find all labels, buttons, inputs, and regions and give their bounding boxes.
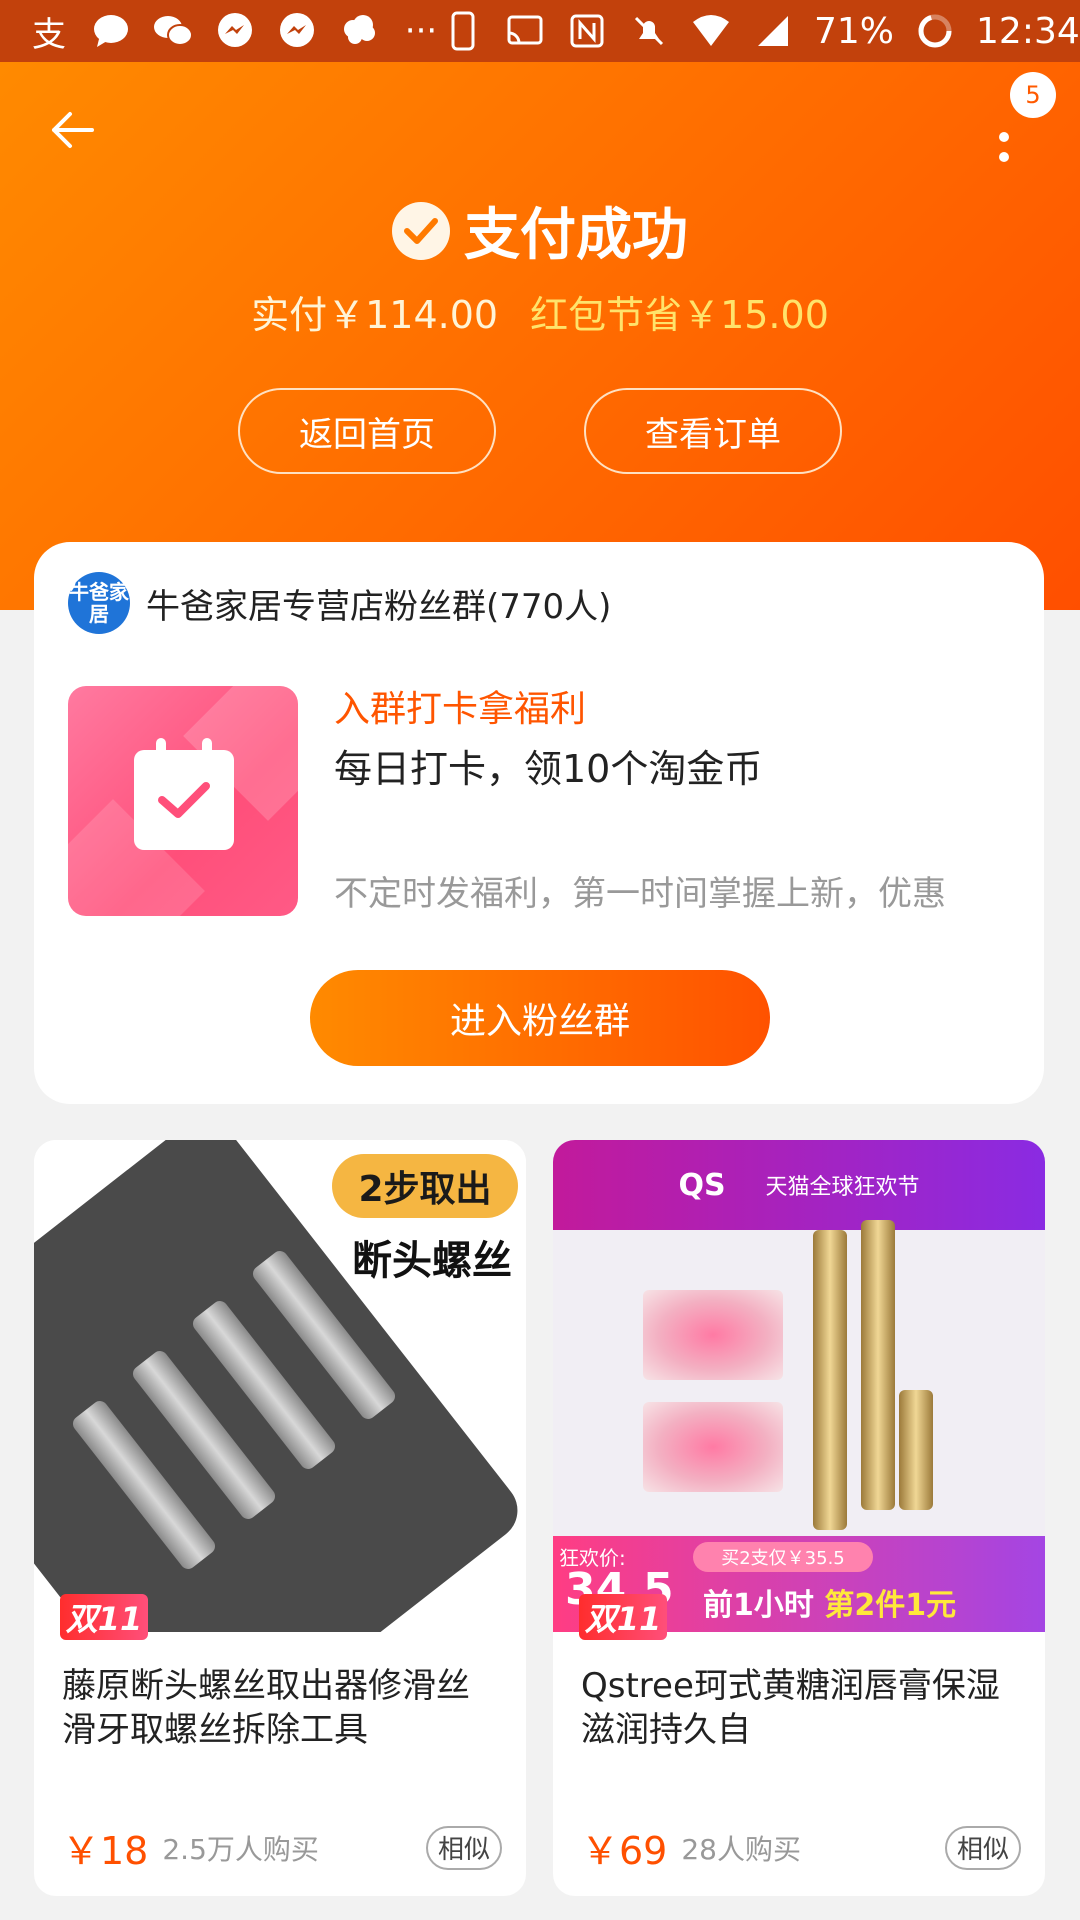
lips-photo — [643, 1290, 783, 1380]
join-fan-group-button[interactable]: 进入粉丝群 — [310, 970, 770, 1066]
similar-button[interactable]: 相似 — [945, 1825, 1021, 1870]
more-icon: ··· — [404, 11, 438, 51]
cloud-icon — [338, 10, 380, 52]
more-dot-icon — [999, 152, 1009, 162]
battery-percent: 71% — [814, 10, 895, 52]
paid-amount: 实付￥114.00 — [251, 293, 499, 337]
product-meta: ￥18 2.5万人购买 相似 — [62, 1820, 502, 1875]
double-11-badge: 双11 — [60, 1594, 148, 1640]
phone-icon — [442, 10, 484, 52]
event-label: 天猫全球狂欢节 — [765, 1175, 920, 1200]
status-bar-left: 支 ··· — [28, 10, 442, 55]
product-meta: ￥69 28人购买 相似 — [581, 1820, 1021, 1875]
signal-icon — [752, 10, 794, 52]
payment-status-title: 支付成功 — [464, 203, 688, 268]
image-tag-screw: 断头螺丝 — [352, 1238, 512, 1284]
promo-bundle: 买2支仅￥35.5 — [693, 1542, 873, 1572]
more-dot-icon — [999, 132, 1009, 142]
shop-logo: 牛爸家居 — [68, 572, 130, 634]
alipay-icon: 支 — [32, 14, 66, 55]
product-sales: 2.5万人购买 — [162, 1832, 319, 1866]
product-price: ￥69 — [581, 1829, 668, 1873]
lip-balm-cap — [899, 1390, 933, 1510]
calendar-check-icon — [134, 738, 234, 850]
messenger-icon — [276, 10, 318, 52]
perk-description: 每日打卡，领10个淘金币 — [334, 747, 763, 791]
image-tag-steps: 2步取出 — [332, 1154, 518, 1218]
saved-amount: 红包节省￥15.00 — [530, 293, 829, 337]
return-home-button[interactable]: 返回首页 — [238, 388, 496, 474]
cast-icon — [504, 10, 546, 52]
lip-balm-tube — [813, 1230, 847, 1530]
nfc-icon — [566, 10, 608, 52]
payment-summary: 实付￥114.00 红包节省￥15.00 — [0, 284, 1080, 339]
similar-button[interactable]: 相似 — [426, 1825, 502, 1870]
product-title[interactable]: 藤原断头螺丝取出器修滑丝滑牙取螺丝拆除工具 — [62, 1664, 502, 1752]
product-image[interactable]: 2步取出 断头螺丝 — [34, 1140, 526, 1632]
promo-main: 前1小时 第2件1元 — [703, 1580, 956, 1624]
back-arrow-icon — [52, 112, 94, 148]
mute-icon — [628, 10, 670, 52]
product-title[interactable]: Qstree珂式黄糖润唇膏保湿滋润持久自 — [581, 1664, 1021, 1752]
calendar-ring — [156, 738, 166, 762]
lips-photo — [643, 1402, 783, 1492]
promo-main-highlight: 第2件1元 — [824, 1588, 957, 1623]
status-bar: 支 ··· 71% 12:34 — [0, 0, 1080, 62]
fan-group-name: 牛爸家居专营店粉丝群(770人) — [146, 586, 612, 627]
more-menu-button[interactable] — [984, 112, 1024, 182]
perk-title: 入群打卡拿福利 — [334, 689, 587, 730]
success-check-icon — [392, 201, 450, 260]
back-button[interactable] — [42, 100, 102, 160]
product-card[interactable]: 2步取出 断头螺丝 双11 藤原断头螺丝取出器修滑丝滑牙取螺丝拆除工具 ￥18 … — [34, 1140, 526, 1896]
wifi-icon — [690, 10, 732, 52]
promo-banner-top: QS 天猫全球狂欢节 — [553, 1140, 1045, 1230]
checkin-thumbnail — [68, 686, 298, 916]
brand-logo: QS — [678, 1167, 726, 1203]
clock: 12:34 — [976, 10, 1080, 52]
perk-note: 不定时发福利，第一时间掌握上新，优惠 — [334, 874, 946, 914]
header-actions: 返回首页 查看订单 — [0, 388, 1080, 474]
product-price: ￥18 — [62, 1829, 149, 1873]
fan-group-card[interactable]: 牛爸家居 牛爸家居专营店粉丝群(770人) 入群打卡拿福利 每日打卡，领10个淘… — [34, 542, 1044, 1104]
wechat-icon — [152, 10, 194, 52]
promo-main-prefix: 前1小时 — [703, 1588, 825, 1623]
lip-balm-tube — [861, 1220, 895, 1510]
view-order-button[interactable]: 查看订单 — [584, 388, 842, 474]
double-11-badge: 双11 — [579, 1594, 667, 1640]
message-icon — [90, 10, 132, 52]
product-card[interactable]: QS 天猫全球狂欢节 狂欢价: 34.5 买2支仅￥35.5 前1小时 第2件1… — [553, 1140, 1045, 1896]
product-sales: 28人购买 — [681, 1832, 801, 1866]
status-bar-right: 71% 12:34 — [442, 10, 1080, 52]
battery-icon — [914, 10, 956, 52]
payment-status: 支付成功 — [0, 190, 1080, 271]
product-image[interactable]: QS 天猫全球狂欢节 狂欢价: 34.5 买2支仅￥35.5 前1小时 第2件1… — [553, 1140, 1045, 1632]
payment-header: 5 支付成功 实付￥114.00 红包节省￥15.00 返回首页 查看订单 — [0, 62, 1080, 610]
fan-group-header: 牛爸家居 牛爸家居专营店粉丝群(770人) — [68, 572, 611, 634]
messenger-icon — [214, 10, 256, 52]
calendar-ring — [202, 738, 212, 762]
